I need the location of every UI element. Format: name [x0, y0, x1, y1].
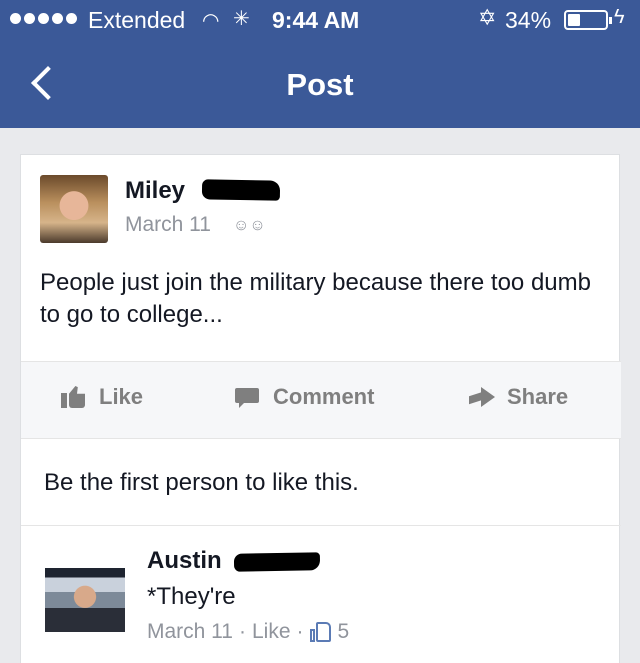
share-label: Share [507, 384, 569, 409]
comment-label: Comment [273, 384, 375, 409]
comment-text: *They're [147, 583, 236, 610]
meta-separator: · [238, 620, 246, 643]
battery-fill [568, 14, 581, 26]
thumbs-up-outline-icon [309, 621, 332, 643]
share-arrow-icon [469, 386, 495, 408]
comment-like-count[interactable]: 5 [338, 620, 350, 644]
like-button[interactable]: Like [61, 384, 143, 410]
charging-bolt-icon: ϟ [614, 6, 625, 28]
comment-button[interactable]: Comment [235, 384, 374, 410]
post-action-bar: Like Comment Share [21, 361, 621, 439]
comment-author-name[interactable]: Austin [147, 547, 222, 575]
comment-date[interactable]: March 11 [147, 620, 233, 644]
divider [21, 525, 621, 526]
author-avatar[interactable] [40, 175, 108, 243]
comment-bubble-icon [235, 386, 261, 408]
redaction-scribble [201, 179, 281, 201]
status-bar: Extended ◠ ✳ 9:44 AM ✡ 34% ϟ [0, 0, 640, 40]
commenter-avatar[interactable] [45, 552, 125, 632]
battery-percent: 34% [505, 7, 552, 33]
thumbs-up-icon [61, 386, 87, 408]
top-bar: Extended ◠ ✳ 9:44 AM ✡ 34% ϟ Post [0, 0, 640, 128]
status-time: 9:44 AM [272, 7, 360, 33]
likes-summary: Be the first person to like this. [44, 469, 359, 496]
share-button[interactable]: Share [469, 384, 568, 410]
redaction-scribble [233, 552, 321, 572]
page-title: Post [286, 67, 354, 102]
post-text: People just join the military because th… [40, 269, 591, 328]
activity-spinner-icon: ✳ [233, 8, 250, 30]
comment-meta: March 11 · Like · 5 [147, 620, 349, 644]
battery-icon [564, 10, 612, 30]
like-label: Like [99, 384, 144, 409]
wifi-icon: ◠ [202, 10, 220, 32]
carrier-name: Extended [88, 7, 186, 33]
friends-icon: ☺☺ [233, 217, 266, 234]
post-card: Miley March 11 ☺☺ People just join the m… [20, 154, 621, 663]
post-date[interactable]: March 11 [125, 213, 211, 237]
comment-like-link[interactable]: Like [252, 620, 291, 644]
meta-separator: · [296, 620, 304, 643]
signal-dots-icon [10, 13, 77, 24]
bluetooth-icon: ✡ [478, 5, 497, 30]
post-author-name[interactable]: Miley [125, 177, 185, 205]
